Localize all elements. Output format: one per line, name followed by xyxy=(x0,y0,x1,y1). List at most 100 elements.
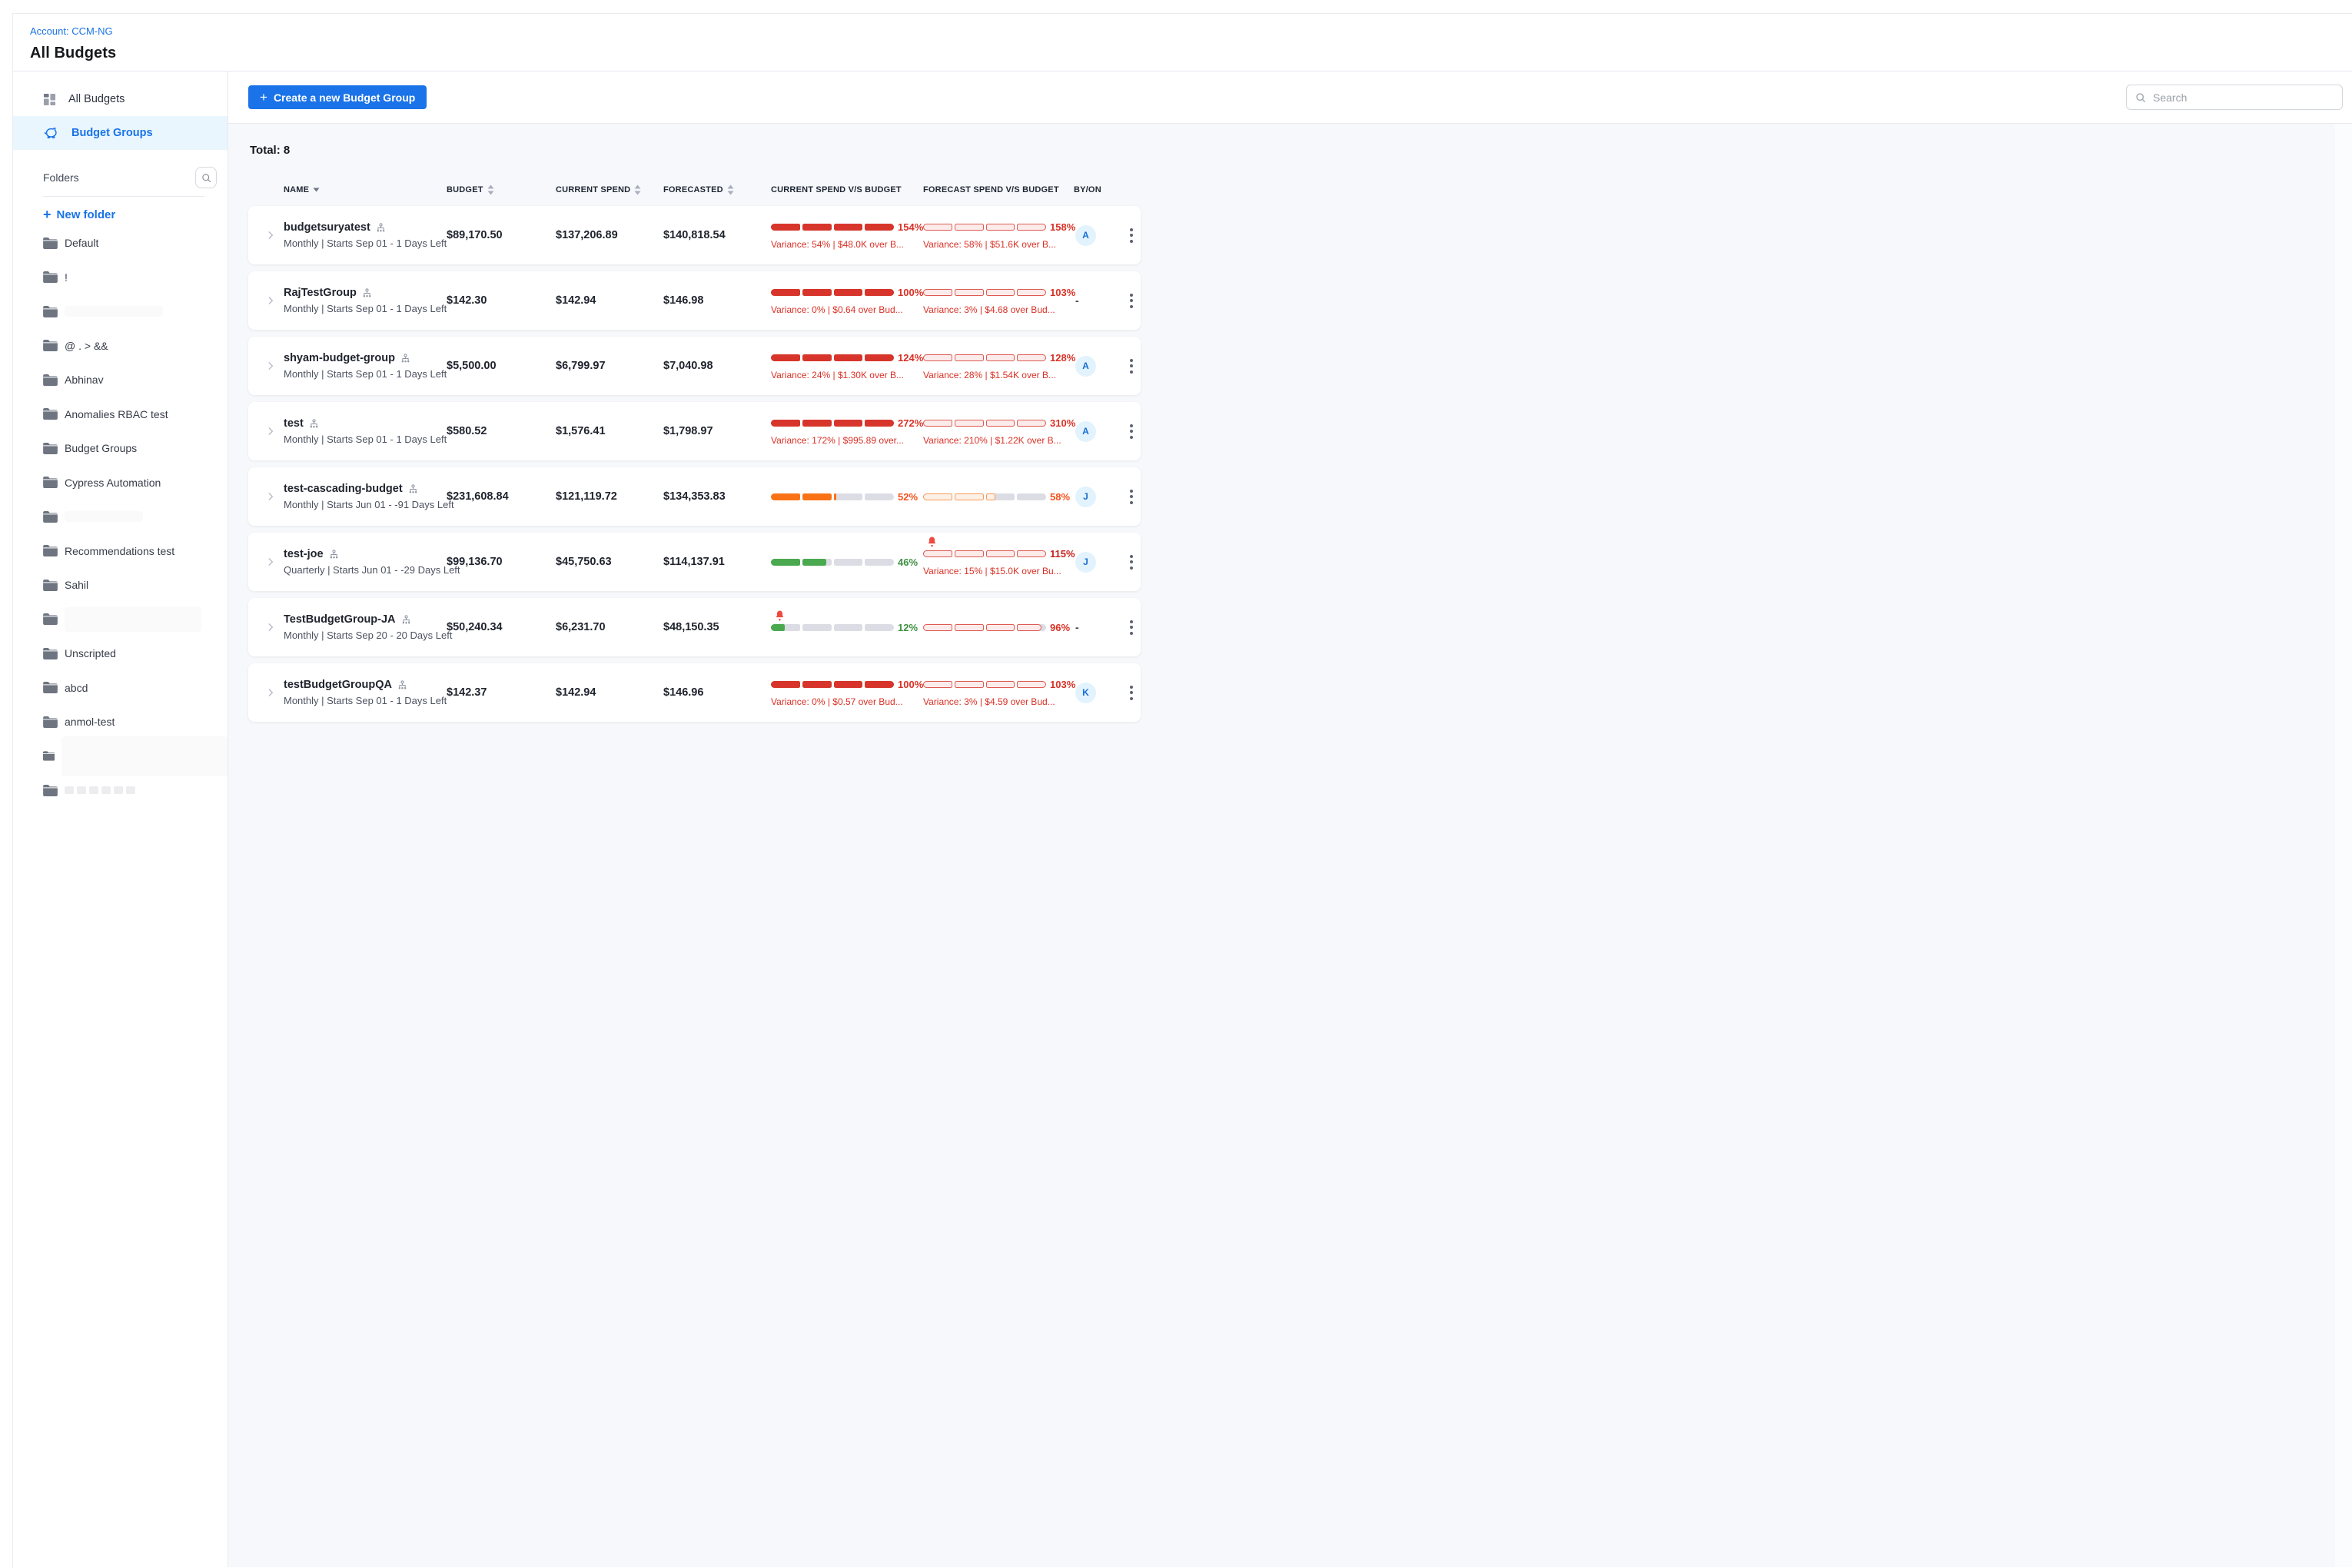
folder-item-default[interactable]: Default xyxy=(13,226,228,261)
sidebar-item-all-budgets[interactable]: All Budgets xyxy=(13,82,228,116)
sidebar-item-budget-groups[interactable]: Budget Groups xyxy=(13,116,228,150)
folder-item[interactable] xyxy=(13,739,228,774)
folder-item[interactable] xyxy=(13,773,228,808)
row-menu-kebab-icon[interactable] xyxy=(1121,291,1141,311)
group-name[interactable]: test xyxy=(284,417,304,430)
group-name-cell: shyam-budget-group Monthly | Starts Sep … xyxy=(284,352,447,380)
row-menu-kebab-icon[interactable] xyxy=(1121,617,1141,638)
folder-item[interactable] xyxy=(13,603,228,637)
group-schedule: Monthly | Starts Sep 01 - 1 Days Left xyxy=(284,303,447,314)
new-folder-button[interactable]: + New folder xyxy=(43,208,228,221)
group-name[interactable]: RajTestGroup xyxy=(284,287,357,299)
group-name[interactable]: test-joe xyxy=(284,548,324,560)
folder-item-recommendations-test[interactable]: Recommendations test xyxy=(13,534,228,569)
group-name[interactable]: TestBudgetGroup-JA xyxy=(284,613,396,626)
byon-cell: J xyxy=(1074,487,1117,507)
row-menu-kebab-icon[interactable] xyxy=(1121,487,1141,507)
folder-icon xyxy=(43,613,58,625)
row-menu-kebab-icon[interactable] xyxy=(1121,356,1141,377)
row-expander-button[interactable] xyxy=(257,360,284,371)
folder-item[interactable] xyxy=(13,294,228,329)
byon-avatar[interactable]: A xyxy=(1075,356,1096,377)
byon-avatar[interactable]: J xyxy=(1075,487,1096,507)
budget-value: $50,240.34 xyxy=(447,621,556,633)
current-vs-budget-cell: 12% xyxy=(771,598,923,656)
row-menu-kebab-icon[interactable] xyxy=(1121,225,1141,246)
row-expander-button[interactable] xyxy=(257,491,284,502)
budget-group-row: testBudgetGroupQA Monthly | Starts Sep 0… xyxy=(248,663,1141,722)
row-expander-button[interactable] xyxy=(257,556,284,567)
row-menu-kebab-icon[interactable] xyxy=(1121,552,1141,573)
forecasted-value: $146.96 xyxy=(663,686,771,699)
folder-item-abhinav[interactable]: Abhinav xyxy=(13,363,228,397)
column-header-forecasted[interactable]: FORECASTED xyxy=(663,184,771,195)
group-name[interactable]: shyam-budget-group xyxy=(284,352,395,364)
row-expander-button[interactable] xyxy=(257,295,284,306)
folder-list: Default ! @ . > && Abhinav Anomalies RBA… xyxy=(13,226,228,808)
progress-bar xyxy=(771,420,894,427)
forecast-vs-budget-cell: 158% Variance: 58% | $51.6K over B... xyxy=(923,206,1074,264)
account-breadcrumb-link[interactable]: Account: CCM-NG xyxy=(30,25,113,37)
content: All Budgets Budget Groups Folders + New … xyxy=(13,71,2352,1567)
sidebar-item-label: All Budgets xyxy=(68,93,125,105)
forecasted-value: $146.98 xyxy=(663,294,771,307)
budget-value: $99,136.70 xyxy=(447,556,556,568)
group-name[interactable]: testBudgetGroupQA xyxy=(284,679,392,691)
row-menu-kebab-icon[interactable] xyxy=(1121,421,1141,442)
row-expander-button[interactable] xyxy=(257,230,284,241)
search-input[interactable] xyxy=(2153,91,2334,104)
forecast-vs-budget-cell: 96% xyxy=(923,598,1074,656)
folder-item-anmol-test[interactable]: anmol-test xyxy=(13,705,228,739)
byon-avatar[interactable]: A xyxy=(1075,421,1096,442)
total-count: Total: 8 xyxy=(250,144,2352,157)
folder-name: Recommendations test xyxy=(65,545,174,557)
folder-item-unscripted[interactable]: Unscripted xyxy=(13,636,228,671)
folder-item--[interactable]: @ . > && xyxy=(13,329,228,364)
budget-value: $89,170.50 xyxy=(447,229,556,241)
row-expander-button[interactable] xyxy=(257,622,284,633)
current-vs-budget-cell: 100% Variance: 0% | $0.57 over Bud... xyxy=(771,663,923,722)
folder-search-button[interactable] xyxy=(195,167,217,188)
forecasted-value: $140,818.54 xyxy=(663,229,771,241)
column-header-forecast-spend-v-s-budget: FORECAST SPEND V/S BUDGET xyxy=(923,185,1074,194)
progress-bar xyxy=(923,550,1046,557)
folder-item-anomalies-rbac-test[interactable]: Anomalies RBAC test xyxy=(13,397,228,432)
row-menu-kebab-icon[interactable] xyxy=(1121,683,1141,703)
budget-group-row: test-joe Quarterly | Starts Jun 01 - -29… xyxy=(248,533,1141,591)
folder-item-cypress-automation[interactable]: Cypress Automation xyxy=(13,466,228,500)
byon-cell: - xyxy=(1074,621,1117,633)
row-expander-button[interactable] xyxy=(257,426,284,437)
forecast-vs-budget-cell: 58% xyxy=(923,467,1074,526)
row-expander-button[interactable] xyxy=(257,687,284,698)
folder-item-budget-groups[interactable]: Budget Groups xyxy=(13,431,228,466)
folder-icon xyxy=(43,374,58,386)
folder-name: Anomalies RBAC test xyxy=(65,408,168,420)
group-name[interactable]: budgetsuryatest xyxy=(284,221,370,234)
progress-bar xyxy=(923,420,1046,427)
byon-cell: A xyxy=(1074,356,1117,377)
chevron-right-icon xyxy=(265,360,276,371)
group-name-cell: budgetsuryatest Monthly | Starts Sep 01 … xyxy=(284,221,447,249)
column-header-current-spend[interactable]: CURRENT SPEND xyxy=(556,184,663,195)
column-header-budget[interactable]: BUDGET xyxy=(447,184,556,195)
scrollbar-gutter[interactable] xyxy=(2335,124,2352,1567)
folder-item[interactable] xyxy=(13,500,228,534)
folder-name: Sahil xyxy=(65,579,88,591)
folder-item-abcd[interactable]: abcd xyxy=(13,671,228,706)
hierarchy-icon xyxy=(401,615,411,625)
current-spend-value: $121,119.72 xyxy=(556,490,663,503)
create-budget-group-button[interactable]: + Create a new Budget Group xyxy=(248,85,427,109)
byon-avatar[interactable]: K xyxy=(1075,683,1096,703)
group-name-cell: testBudgetGroupQA Monthly | Starts Sep 0… xyxy=(284,679,447,706)
grid-icon xyxy=(43,93,56,106)
folder-item--[interactable]: ! xyxy=(13,261,228,295)
byon-avatar[interactable]: J xyxy=(1075,552,1096,573)
folder-icon xyxy=(43,306,58,317)
folder-item-sahil[interactable]: Sahil xyxy=(13,568,228,603)
byon-avatar[interactable]: A xyxy=(1075,225,1096,246)
folder-icon xyxy=(43,238,58,249)
column-header-name[interactable]: NAME xyxy=(284,185,447,194)
folder-icon xyxy=(43,477,58,488)
group-name[interactable]: test-cascading-budget xyxy=(284,483,403,495)
folder-icon xyxy=(43,580,58,591)
